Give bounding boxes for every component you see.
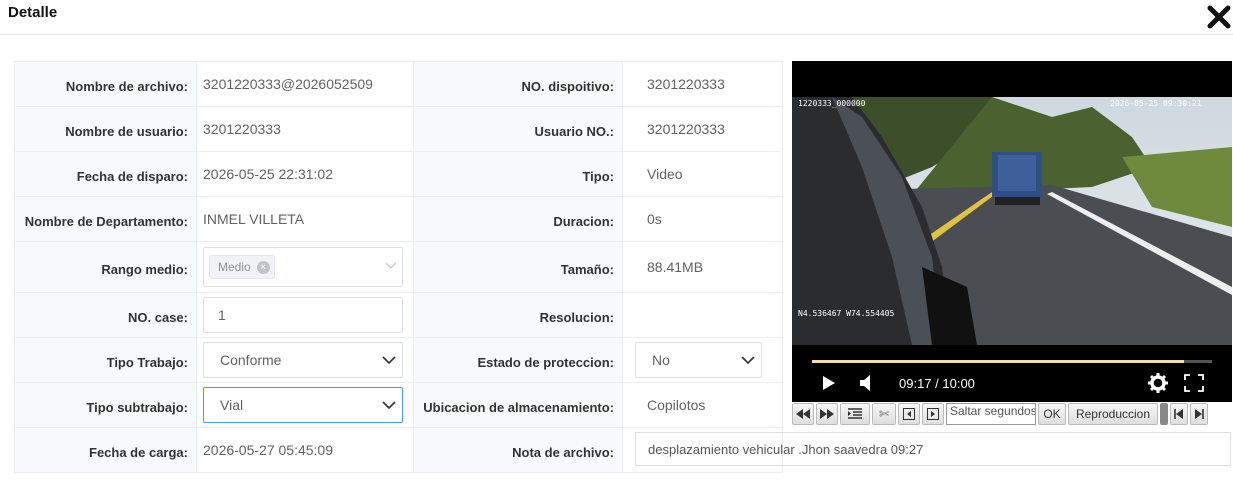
dialog-title: Detalle <box>8 4 58 21</box>
value-nombre-archivo: 3201220333@2026052509 <box>203 76 373 92</box>
value-tamano: 88.41MB <box>647 259 704 275</box>
player-toolbar: ✄ Saltar segundos OK Reproduccion <box>792 402 1232 426</box>
tipo-trabajo-select[interactable]: Conforme <box>203 342 403 378</box>
label-fecha-disparo: Fecha de disparo: <box>14 151 197 197</box>
video-progress-bar[interactable] <box>812 360 1212 363</box>
value-departamento: INMEL VILLETA <box>203 211 305 227</box>
value-duracion: 0s <box>647 211 662 227</box>
skip-start-icon <box>1174 409 1183 419</box>
value-no-dispositivo: 3201220333 <box>647 76 725 92</box>
cut-button[interactable]: ✄ <box>872 403 896 425</box>
play-icon[interactable] <box>822 375 836 396</box>
video-frame[interactable]: 1220333_000000 2026-05-25 09:30:21 N4.53… <box>792 97 1232 345</box>
video-player[interactable]: 1220333_000000 2026-05-25 09:30:21 N4.53… <box>792 61 1232 402</box>
fast-forward-button[interactable] <box>816 403 838 425</box>
label-nombre-usuario: Nombre de usuario: <box>14 106 197 152</box>
no-case-input[interactable]: 1 <box>203 297 403 333</box>
value-fecha-carga: 2026-05-27 05:45:09 <box>203 442 333 458</box>
last-button[interactable] <box>1190 403 1208 425</box>
skip-end-icon <box>1195 409 1204 419</box>
label-tipo: Tipo: <box>413 151 623 197</box>
value-nombre-usuario: 3201220333 <box>203 121 281 137</box>
ok-button[interactable]: OK <box>1038 403 1066 425</box>
value-tipo: Video <box>647 166 683 182</box>
nota-archivo-input[interactable]: desplazamiento vehicular .Jhon saavedra … <box>635 432 1231 466</box>
label-departamento: Nombre de Departamento: <box>14 196 197 242</box>
chevron-down-icon <box>741 356 755 365</box>
list-button[interactable] <box>840 403 870 425</box>
dialog-header: Detalle <box>0 0 1233 35</box>
label-nota-archivo: Nota de archivo: <box>413 427 623 473</box>
label-fecha-carga: Fecha de carga: <box>14 427 197 473</box>
prev-frame-button[interactable] <box>898 403 920 425</box>
osd-datetime: 2026-05-25 09:30:21 <box>1110 99 1202 108</box>
rewind-icon <box>796 409 810 419</box>
first-button[interactable] <box>1170 403 1188 425</box>
osd-coordinates: N4.536467 W74.554405 <box>798 309 895 318</box>
rango-medio-tag: Medio × <box>209 255 275 279</box>
volume-icon[interactable] <box>859 375 873 396</box>
tag-remove-icon[interactable]: × <box>256 260 270 274</box>
next-frame-button[interactable] <box>922 403 944 425</box>
toolbar-divider <box>1160 403 1168 425</box>
label-tamano: Tamaño: <box>413 241 623 293</box>
tipo-subtrabajo-select[interactable]: Vial <box>203 387 403 423</box>
close-icon[interactable] <box>1206 4 1232 30</box>
prev-frame-icon <box>903 408 915 420</box>
fullscreen-icon[interactable] <box>1184 374 1204 397</box>
rango-medio-select[interactable]: Medio × <box>203 247 403 287</box>
gear-icon[interactable] <box>1148 373 1168 398</box>
list-icon <box>848 408 862 419</box>
label-rango-medio: Rango medio: <box>14 241 197 293</box>
label-tipo-trabajo: Tipo Trabajo: <box>14 337 197 383</box>
value-fecha-disparo: 2026-05-25 22:31:02 <box>203 166 333 182</box>
label-usuario-no: Usuario NO.: <box>413 106 623 152</box>
playback-button[interactable]: Reproduccion <box>1068 403 1158 425</box>
label-nombre-archivo: Nombre de archivo: <box>14 61 197 107</box>
label-no-case: NO. case: <box>14 292 197 338</box>
fast-forward-icon <box>820 409 834 419</box>
value-ubicacion: Copilotos <box>647 397 706 413</box>
estado-proteccion-select[interactable]: No <box>635 342 762 378</box>
chevron-down-icon <box>382 401 396 410</box>
label-duracion: Duracion: <box>413 196 623 242</box>
label-estado-proteccion: Estado de proteccion: <box>413 337 623 383</box>
label-ubicacion: Ubicacion de almacenamiento: <box>413 382 623 428</box>
rewind-button[interactable] <box>792 403 814 425</box>
chevron-down-icon <box>382 356 396 365</box>
label-tipo-subtrabajo: Tipo subtrabajo: <box>14 382 197 428</box>
detail-table: Nombre de archivo: 3201220333@2026052509… <box>14 61 783 473</box>
value-usuario-no: 3201220333 <box>647 121 725 137</box>
video-progress-fill <box>812 360 1184 363</box>
label-resolucion: Resolucion: <box>413 292 623 338</box>
video-timecode: 09:17 / 10:00 <box>899 376 975 391</box>
next-frame-icon <box>927 408 939 420</box>
seek-seconds-input[interactable]: Saltar segundos <box>946 403 1036 425</box>
osd-device-id: 1220333_000000 <box>798 99 866 108</box>
chevron-down-icon <box>385 262 397 269</box>
label-no-dispositivo: NO. dispoitivo: <box>413 61 623 107</box>
scissors-icon: ✄ <box>878 407 890 421</box>
